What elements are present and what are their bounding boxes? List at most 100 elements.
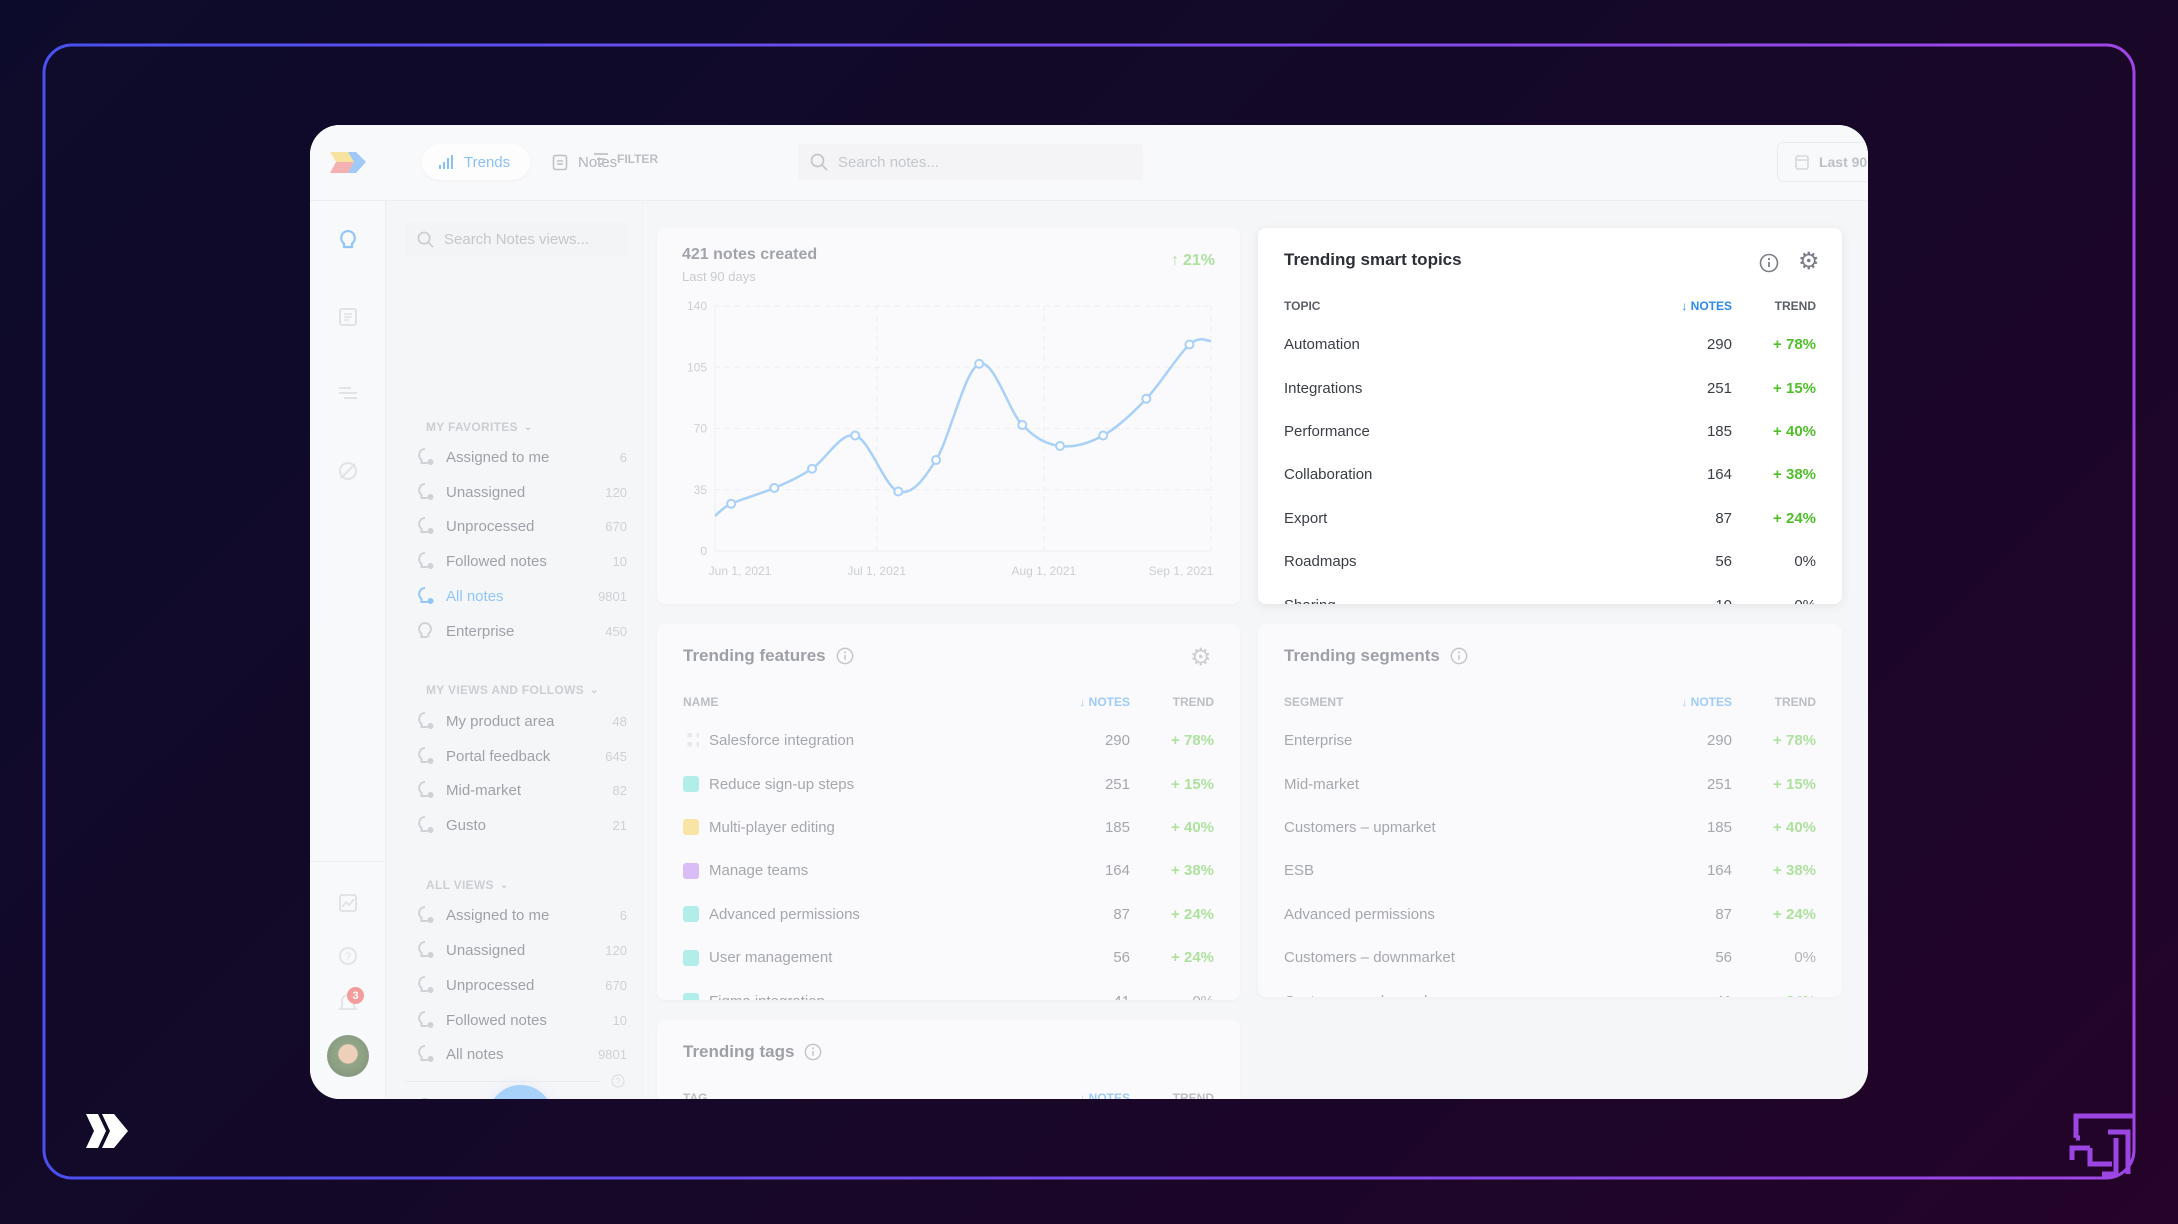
sort-notes-header[interactable]: ↓ NOTES (1030, 1091, 1130, 1099)
column-header[interactable]: TREND (1732, 695, 1816, 709)
data-point[interactable] (974, 358, 985, 369)
table-row[interactable]: Manage teams 164 + 38% (683, 849, 1214, 892)
row-name: Reduce sign-up steps (709, 775, 855, 793)
section-header[interactable]: MY VIEWS AND FOLLOWS ⌄ (426, 683, 599, 697)
data-point[interactable] (1141, 393, 1152, 404)
info-icon[interactable] (836, 647, 854, 665)
search-views-input[interactable]: Search Notes views... (405, 222, 628, 256)
sidebar-view-item[interactable]: Unassigned 120 (416, 935, 627, 965)
row-name: Automation (1284, 336, 1360, 354)
sidebar-view-item[interactable]: Unprocessed 670 (416, 511, 627, 541)
data-point[interactable] (850, 430, 861, 441)
sidebar-view-item[interactable]: Assigned to me 6 (416, 442, 627, 472)
table-row[interactable]: ESB 164 + 38% (1284, 849, 1816, 892)
column-header[interactable]: TREND (1130, 695, 1214, 709)
x-tick-label: Sep 1, 2021 (1149, 564, 1214, 578)
table-row[interactable]: Customers – churned 41+ 24% (1284, 979, 1816, 997)
search-notes-input[interactable]: Search notes... (798, 144, 1143, 180)
sidebar-view-item[interactable]: Gusto 21 (416, 810, 627, 840)
data-point[interactable] (726, 498, 737, 509)
app-logo[interactable] (310, 125, 386, 201)
trend-value: + 40% (1773, 422, 1816, 440)
name-cell: Mid-market (1284, 776, 1632, 793)
data-point[interactable] (769, 483, 780, 493)
help-icon[interactable]: ? (611, 1074, 625, 1088)
table-row[interactable]: Roadmaps 56 0% (1284, 540, 1816, 583)
table-row[interactable]: Customers – upmarket 185 + 40% (1284, 806, 1816, 849)
bulb-wifi-icon (418, 552, 434, 569)
table-row[interactable]: Performance 185 + 40% (1284, 410, 1816, 453)
settings-gear-icon[interactable]: ⚙ (1190, 644, 1212, 672)
user-avatar[interactable] (327, 1035, 369, 1077)
sort-notes-header[interactable]: ↓ NOTES (1030, 695, 1130, 709)
info-icon[interactable] (804, 1043, 822, 1061)
filter-button[interactable]: FILTER (593, 152, 658, 166)
sidebar-view-item[interactable]: Enterprise 450 (416, 616, 627, 646)
settings-gear-icon[interactable]: ⚙ (1798, 248, 1820, 276)
column-header[interactable]: SEGMENT (1284, 695, 1632, 709)
sidebar-view-item[interactable]: Mid-market 82 (416, 775, 627, 805)
table-row[interactable]: Salesforce integration 290 + 78% (683, 719, 1214, 762)
table-row[interactable]: Reduce sign-up steps 251 + 15% (683, 762, 1214, 805)
sidebar-view-item[interactable]: All notes 9801 (416, 1039, 627, 1069)
data-point[interactable] (1184, 339, 1195, 350)
notes-count: 41 (1632, 993, 1732, 997)
notes-count: 87 (1715, 509, 1732, 527)
sort-notes-header[interactable]: ↓ NOTES (1632, 299, 1732, 313)
data-point[interactable] (1055, 441, 1066, 451)
view-label: Assigned to me (446, 448, 550, 466)
sidebar-view-item[interactable]: Portal feedback 645 (416, 741, 627, 771)
table-row[interactable]: Figma integration 410% (683, 979, 1214, 1000)
info-icon[interactable] (1450, 647, 1468, 665)
table-row[interactable]: Mid-market 251 + 15% (1284, 762, 1816, 805)
sidebar-view-item[interactable]: Unprocessed 670 (416, 970, 627, 1000)
search-icon (810, 153, 828, 171)
table-row[interactable]: Automation 290 + 78% (1284, 323, 1816, 366)
data-point[interactable] (931, 455, 942, 465)
data-point[interactable] (1017, 420, 1028, 430)
section-title: MY FAVORITES (426, 420, 518, 434)
bulb-lock-icon (418, 747, 434, 764)
data-point[interactable] (893, 486, 904, 497)
section-header[interactable]: ALL VIEWS ⌄ (426, 878, 509, 892)
table-row[interactable]: Multi-player editing 185 + 40% (683, 806, 1214, 849)
sidebar-view-item[interactable]: My product area 48 (416, 706, 627, 736)
table-row[interactable]: Customers – downmarket 56 0% (1284, 936, 1816, 979)
column-header[interactable]: TOPIC (1284, 299, 1632, 313)
table-row[interactable]: Enterprise 290 + 78% (1284, 719, 1816, 762)
sidebar-view-item[interactable]: Unassigned 120 (416, 477, 627, 507)
trending-topics-card: Trending smart topics ⚙ TOPIC ↓ NOTES TREN… (1258, 228, 1842, 604)
roadmap-lines-icon[interactable] (338, 385, 358, 401)
column-header[interactable]: NAME (683, 695, 1030, 709)
sort-notes-header[interactable]: ↓ NOTES (1632, 695, 1732, 709)
sidebar-view-item[interactable]: Assigned to me 6 (416, 900, 627, 930)
help-icon[interactable]: ? (338, 946, 358, 966)
sidebar-view-item[interactable]: Followed notes 10 (416, 546, 627, 576)
data-point[interactable] (807, 463, 818, 474)
document-icon[interactable] (338, 307, 358, 327)
clipboard-icon (552, 154, 568, 171)
column-header[interactable]: TREND (1130, 1091, 1214, 1099)
column-header[interactable]: TAG (683, 1091, 1030, 1099)
analytics-chart-icon[interactable] (338, 893, 358, 913)
tab-trends[interactable]: Trends (422, 144, 530, 180)
section-header[interactable]: MY FAVORITES ⌄ (426, 420, 533, 434)
table-row[interactable]: Sharing 100% (1284, 583, 1816, 604)
insights-bulb-icon[interactable] (338, 229, 358, 251)
notes-count: 164 (1706, 466, 1732, 484)
table-row[interactable]: Collaboration 164 + 38% (1284, 453, 1816, 496)
sidebar-view-item[interactable]: Followed notes 10 (416, 1005, 627, 1035)
eye-slash-icon[interactable] (338, 461, 358, 481)
data-point[interactable] (1098, 430, 1109, 441)
card-title: Trending smart topics (1284, 250, 1462, 270)
table-row[interactable]: Integrations 251 + 15% (1284, 366, 1816, 409)
table-row[interactable]: Export 87 + 24% (1284, 497, 1816, 540)
table-row[interactable]: Advanced permissions 87 + 24% (683, 893, 1214, 936)
info-icon[interactable] (1759, 253, 1779, 273)
table-row[interactable]: User management 56 + 24% (683, 936, 1214, 979)
sidebar-view-item[interactable]: All notes 9801 (416, 581, 627, 611)
column-header[interactable]: TREND (1732, 299, 1816, 313)
table-row[interactable]: Advanced permissions 87 + 24% (1284, 893, 1816, 936)
y-tick-label: 35 (694, 483, 708, 497)
date-range-button[interactable]: Last 90 days (1777, 142, 1868, 182)
